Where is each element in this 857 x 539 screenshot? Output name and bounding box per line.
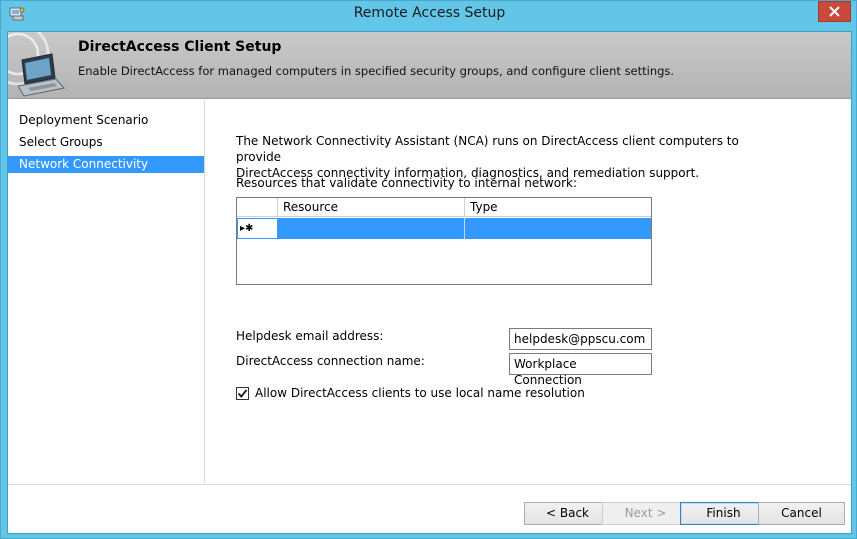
footer-divider <box>8 484 851 485</box>
page-subtitle: Enable DirectAccess for managed computer… <box>78 64 675 78</box>
column-header-resource[interactable]: Resource <box>278 198 465 217</box>
laptop-network-icon <box>0 22 72 99</box>
column-header-type[interactable]: Type <box>465 198 651 217</box>
remote-access-setup-window: Remote Access Setup DirectAccess Client … <box>0 0 857 539</box>
helpdesk-email-field[interactable]: helpdesk@ppscu.com <box>509 328 652 350</box>
wizard-header: DirectAccess Client Setup Enable DirectA… <box>0 22 851 99</box>
page-title: DirectAccess Client Setup <box>78 39 282 55</box>
close-button[interactable] <box>818 1 851 22</box>
description-line-1: The Network Connectivity Assistant (NCA)… <box>236 134 739 164</box>
nav-item-select-groups[interactable]: Select Groups <box>8 134 204 151</box>
nav-item-network-connectivity-assistant[interactable]: Network Connectivity Assistant <box>8 156 204 188</box>
connection-name-field[interactable]: Workplace Connection <box>509 353 652 387</box>
nav-item-deployment-scenario[interactable]: Deployment Scenario <box>8 112 204 129</box>
grid-header-row: Resource Type <box>237 198 651 217</box>
finish-button[interactable]: Finish <box>680 502 767 525</box>
grid-cell-resource[interactable] <box>278 218 465 239</box>
grid-row-header-corner <box>237 198 278 217</box>
grid-new-row[interactable]: ▸✱ <box>237 218 651 239</box>
connection-name-label: DirectAccess connection name: <box>236 354 425 368</box>
wizard-step-list: Deployment Scenario Select Groups Networ… <box>8 100 205 483</box>
local-name-resolution-label[interactable]: Allow DirectAccess clients to use local … <box>255 386 585 400</box>
resources-grid[interactable]: Resource Type ▸✱ <box>236 197 652 285</box>
grid-cell-type[interactable] <box>465 218 651 239</box>
window-title: Remote Access Setup <box>353 5 506 21</box>
resources-grid-label: Resources that validate connectivity to … <box>236 176 577 190</box>
cancel-button[interactable]: Cancel <box>758 502 845 525</box>
title-bar[interactable]: Remote Access Setup <box>1 1 857 27</box>
close-icon <box>829 6 840 17</box>
next-button[interactable]: Next > <box>602 502 689 525</box>
helpdesk-email-label: Helpdesk email address: <box>236 329 384 343</box>
nca-description: The Network Connectivity Assistant (NCA)… <box>236 133 756 181</box>
back-button[interactable]: < Back <box>524 502 611 525</box>
wizard-body: DirectAccess Client Setup Enable DirectA… <box>0 22 852 534</box>
checkmark-icon <box>237 389 248 398</box>
local-name-resolution-checkbox[interactable] <box>236 387 249 400</box>
new-row-indicator[interactable]: ▸✱ <box>237 218 278 239</box>
